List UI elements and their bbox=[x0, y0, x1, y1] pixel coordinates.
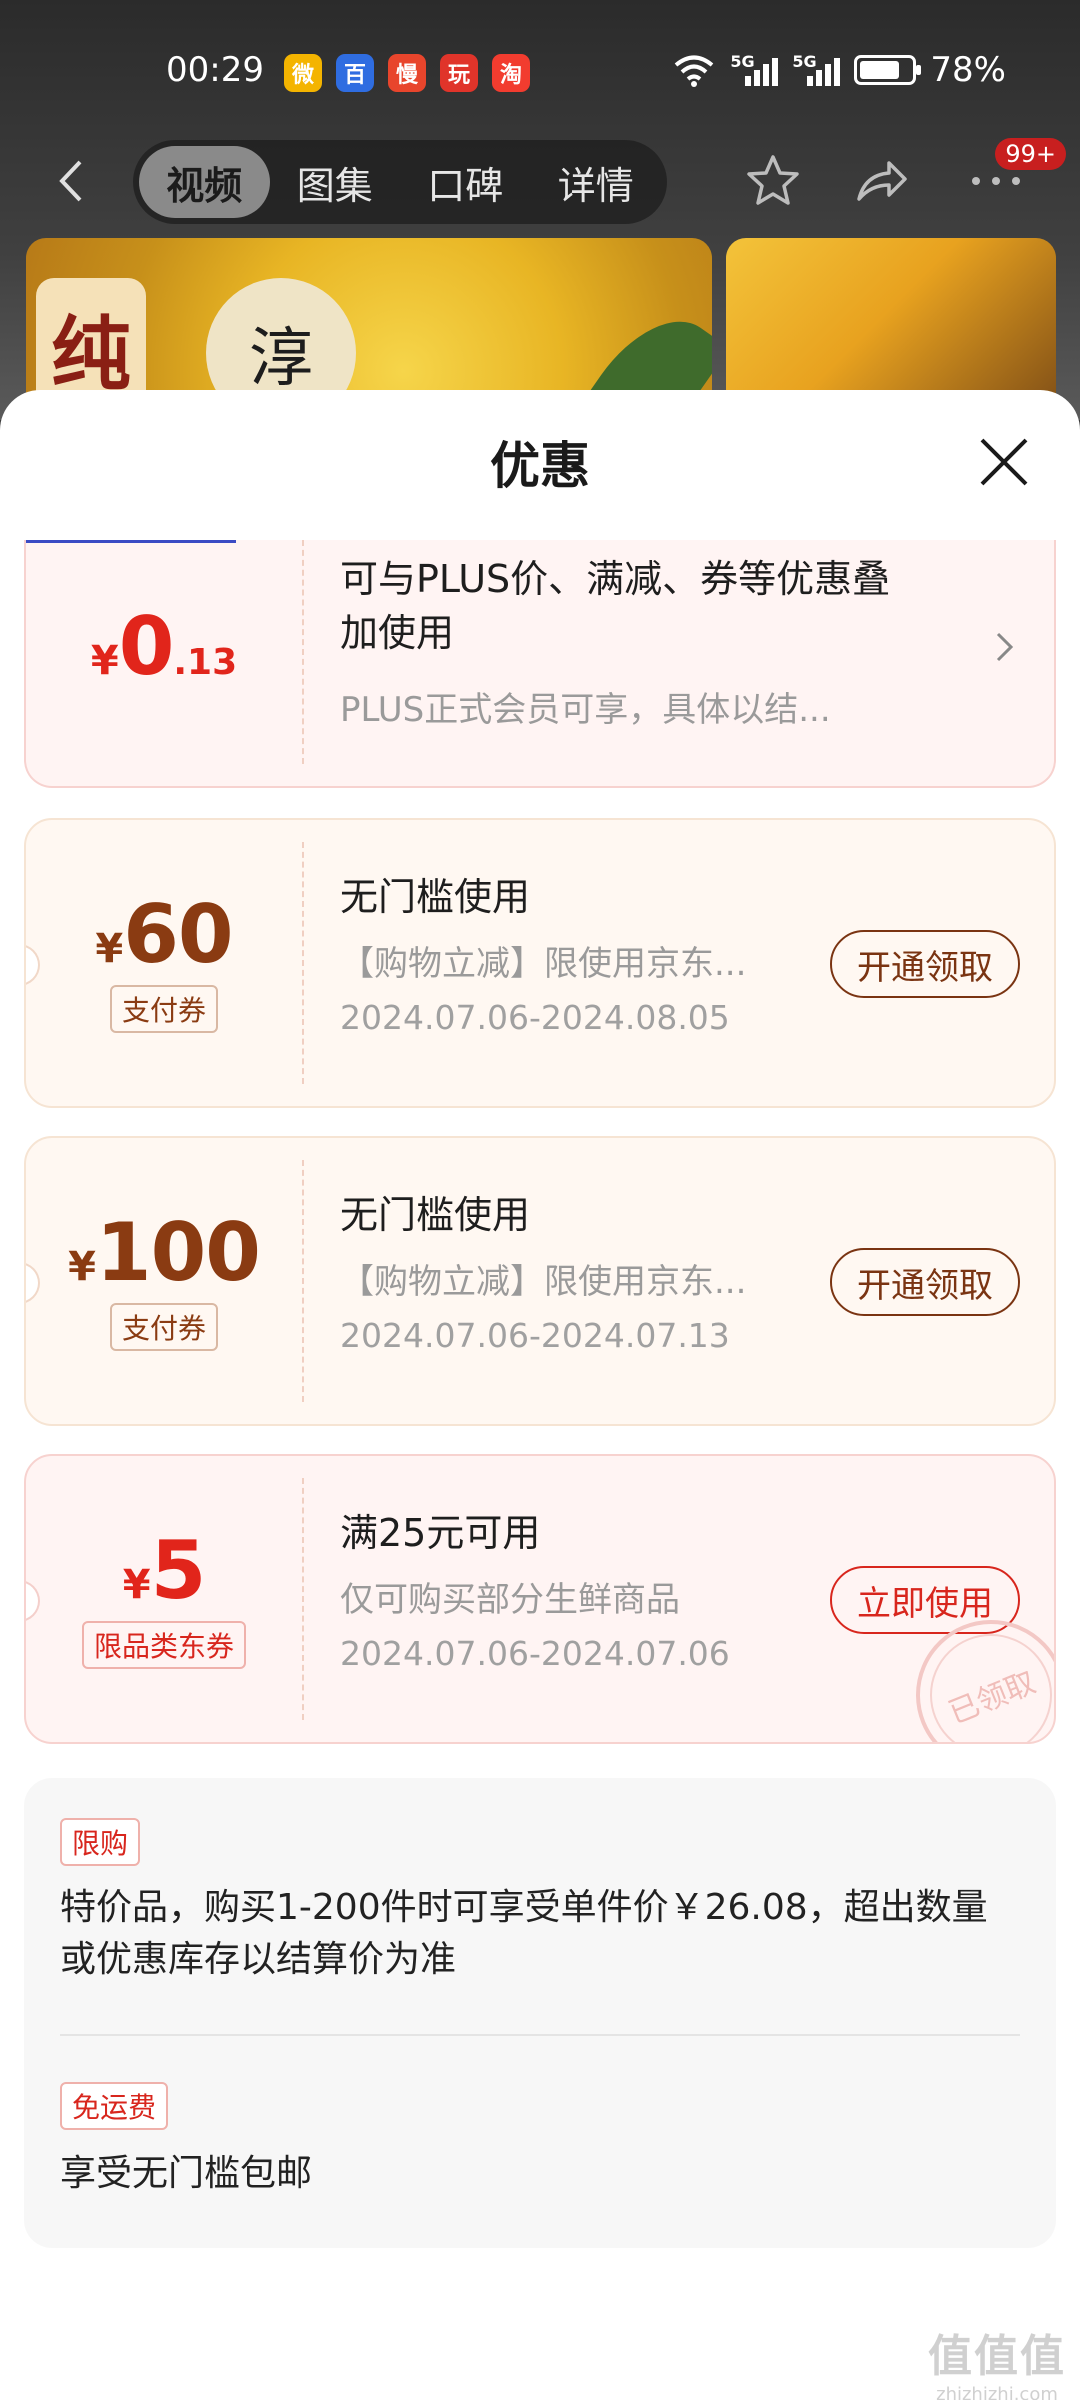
coupon-payment-100[interactable]: ¥100 支付券 无门槛使用 【购物立减】限使用京东... 2024.07.06… bbox=[24, 1136, 1056, 1426]
coupon-subtitle: PLUS正式会员可享，具体以结... bbox=[340, 690, 831, 730]
coupon-subtitle: 仅可购买部分生鲜商品 bbox=[340, 1580, 680, 1620]
baidu-icon: 百 bbox=[336, 54, 374, 92]
coupon-title: 满25元可用 bbox=[340, 1511, 541, 1555]
free-shipping-text: 享受无门槛包邮 bbox=[60, 2153, 313, 2194]
sheet-title: 优惠 bbox=[490, 437, 590, 495]
status-time: 00:29 bbox=[166, 50, 264, 90]
coupon-type-tag: 支付券 bbox=[109, 985, 218, 1033]
product-nav-bar: 视频 图集 口碑 详情 99+ bbox=[0, 138, 1080, 228]
coupon-amount: ¥5 限品类东券 bbox=[26, 1524, 302, 1669]
coupon-validity: 2024.07.06-2024.08.05 bbox=[340, 998, 730, 1037]
purchase-limit-text: 特价品，购买1-200件时可享受单件价￥26.08，超出数量或优惠库存以结算价为… bbox=[60, 1887, 988, 1980]
game-app-icon: 玩 bbox=[440, 54, 478, 92]
coupon-type-tag: 支付券 bbox=[109, 1303, 218, 1351]
coupon-subtitle: 【购物立减】限使用京东... bbox=[340, 944, 747, 984]
tab-gallery[interactable]: 图集 bbox=[270, 146, 401, 218]
signal-icon: 5G bbox=[792, 52, 841, 88]
signal-icon: 5G bbox=[730, 52, 779, 88]
notification-app-icons: 微 百 慢 玩 淘 bbox=[284, 54, 530, 92]
coupon-plus-price[interactable]: ¥0.13 可与PLUS价、满减、券等优惠叠加使用 PLUS正式会员可享，具体以… bbox=[24, 540, 1056, 788]
slow-app-icon: 慢 bbox=[388, 54, 426, 92]
weibo-icon: 微 bbox=[284, 54, 322, 92]
discount-sheet: 优惠 ¥0.13 可与PLUS价、满减、券等优惠叠加使用 PLUS正式会员可享，… bbox=[0, 390, 1080, 2400]
coupon-amount: ¥100 支付券 bbox=[26, 1206, 302, 1351]
back-arrow-icon[interactable] bbox=[52, 156, 92, 206]
activate-claim-button[interactable]: 开通领取 bbox=[830, 1248, 1020, 1316]
coupon-amount: ¥0.13 bbox=[90, 600, 238, 693]
site-watermark: 值值值 zhizhizhi.com bbox=[928, 2331, 1066, 2400]
tab-details[interactable]: 详情 bbox=[531, 146, 662, 218]
coupon-validity: 2024.07.06-2024.07.06 bbox=[340, 1634, 730, 1673]
taobao-icon: 淘 bbox=[492, 54, 530, 92]
star-icon[interactable] bbox=[740, 148, 806, 214]
purchase-info-panel: 限购 特价品，购买1-200件时可享受单件价￥26.08，超出数量或优惠库存以结… bbox=[24, 1778, 1056, 2248]
coupon-jd-category-5[interactable]: ¥5 限品类东券 满25元可用 仅可购买部分生鲜商品 2024.07.06-20… bbox=[24, 1454, 1056, 1744]
coupon-title: 可与PLUS价、满减、券等优惠叠加使用 bbox=[340, 557, 891, 655]
tab-reviews[interactable]: 口碑 bbox=[400, 146, 531, 218]
wifi-icon bbox=[675, 55, 714, 87]
battery-percent: 78% bbox=[930, 50, 1006, 90]
status-bar: 00:29 微 百 慢 玩 淘 5G 5G 78% bbox=[0, 40, 1080, 110]
purchase-limit-tag: 限购 bbox=[60, 1818, 141, 1866]
coupon-title: 无门槛使用 bbox=[340, 875, 531, 919]
message-count-badge: 99+ bbox=[995, 138, 1066, 170]
tab-video[interactable]: 视频 bbox=[139, 146, 270, 218]
info-divider bbox=[60, 2034, 1020, 2036]
coupon-title: 无门槛使用 bbox=[340, 1193, 531, 1237]
close-icon[interactable] bbox=[976, 434, 1032, 490]
free-shipping-tag: 免运费 bbox=[60, 2082, 169, 2130]
coupon-validity: 2024.07.06-2024.07.13 bbox=[340, 1316, 730, 1355]
coupon-type-tag: 限品类东券 bbox=[81, 1621, 246, 1669]
activate-claim-button[interactable]: 开通领取 bbox=[830, 930, 1020, 998]
share-icon[interactable] bbox=[848, 148, 914, 214]
media-tab-bar: 视频 图集 口碑 详情 bbox=[133, 140, 667, 224]
coupon-payment-60[interactable]: ¥60 支付券 无门槛使用 【购物立减】限使用京东... 2024.07.06-… bbox=[24, 818, 1056, 1108]
chevron-right-icon[interactable] bbox=[994, 630, 1016, 664]
battery-icon bbox=[854, 55, 922, 85]
coupon-amount: ¥60 支付券 bbox=[26, 888, 302, 1033]
coupon-subtitle: 【购物立减】限使用京东... bbox=[340, 1262, 747, 1302]
scroll-edge-indicator bbox=[26, 540, 236, 543]
